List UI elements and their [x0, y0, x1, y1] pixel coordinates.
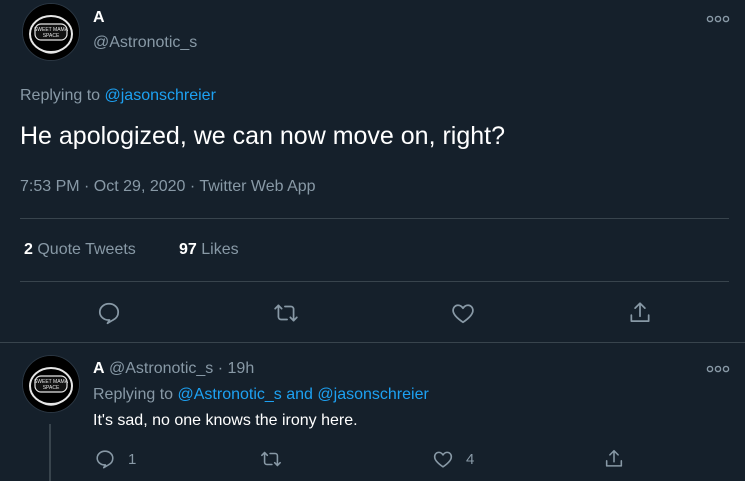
- likes-stat[interactable]: 97 Likes: [179, 241, 239, 259]
- more-options-icon[interactable]: [706, 14, 730, 24]
- reply-header: A @Astronotic_s · 19h: [93, 360, 254, 378]
- quote-label: Quote Tweets: [37, 241, 136, 258]
- like-count: 4: [466, 450, 475, 468]
- share-icon: [630, 302, 650, 322]
- tweet-separator: [0, 342, 745, 343]
- tweet-time[interactable]: 19h: [228, 360, 255, 377]
- replying-to: Replying to @jasonschreier: [20, 87, 216, 105]
- like-icon: [452, 304, 474, 324]
- quote-tweets-stat[interactable]: 2 Quote Tweets: [24, 241, 136, 259]
- astronaut-helmet-icon: SWEET MAMA SPACE: [23, 356, 79, 412]
- avatar[interactable]: SWEET MAMA SPACE: [22, 3, 80, 61]
- reply-button[interactable]: 1: [94, 448, 136, 470]
- tweet-text: He apologized, we can now move on, right…: [20, 122, 506, 150]
- thread-line: [49, 424, 51, 481]
- author-name[interactable]: A: [93, 360, 105, 377]
- replying-to-and: and: [286, 386, 313, 403]
- author-name[interactable]: A: [93, 9, 105, 27]
- separator-dot: ·: [217, 360, 224, 377]
- reply-icon: [98, 302, 120, 325]
- replying-to-link[interactable]: @jasonschreier: [317, 386, 428, 403]
- share-button[interactable]: [603, 448, 625, 470]
- replying-to-prefix: Replying to: [20, 87, 101, 104]
- like-icon: [433, 451, 453, 468]
- replying-to-link[interactable]: @jasonschreier: [105, 87, 216, 104]
- replying-to-prefix: Replying to: [93, 386, 174, 403]
- retweet-button[interactable]: [260, 448, 282, 470]
- reply-button[interactable]: [96, 300, 122, 326]
- share-button[interactable]: [627, 300, 653, 326]
- replying-to: Replying to @Astronotic_s and @jasonschr…: [93, 386, 429, 404]
- svg-text:SPACE: SPACE: [43, 33, 60, 39]
- replying-to-link[interactable]: @Astronotic_s: [178, 386, 282, 403]
- divider: [20, 218, 729, 219]
- tweet-text: It's sad, no one knows the irony here.: [93, 412, 358, 429]
- share-icon: [605, 449, 623, 467]
- reply-icon: [96, 450, 114, 469]
- svg-text:SPACE: SPACE: [43, 385, 60, 391]
- retweet-icon: [274, 304, 298, 322]
- more-options-icon[interactable]: [706, 364, 730, 374]
- author-handle[interactable]: @Astronotic_s: [93, 34, 197, 52]
- like-label: Likes: [201, 241, 239, 258]
- like-count: 97: [179, 241, 197, 258]
- reply-count: 1: [128, 450, 137, 468]
- tweet-timestamp[interactable]: 7:53 PM · Oct 29, 2020 · Twitter Web App: [20, 178, 316, 196]
- retweet-icon: [261, 451, 281, 467]
- retweet-button[interactable]: [273, 300, 299, 326]
- astronaut-helmet-icon: SWEET MAMA SPACE: [23, 4, 79, 60]
- author-handle[interactable]: @Astronotic_s: [109, 360, 213, 377]
- quote-count: 2: [24, 241, 33, 258]
- avatar[interactable]: SWEET MAMA SPACE: [22, 355, 80, 413]
- divider: [20, 281, 729, 282]
- like-button[interactable]: [450, 300, 476, 326]
- like-button[interactable]: 4: [432, 448, 474, 470]
